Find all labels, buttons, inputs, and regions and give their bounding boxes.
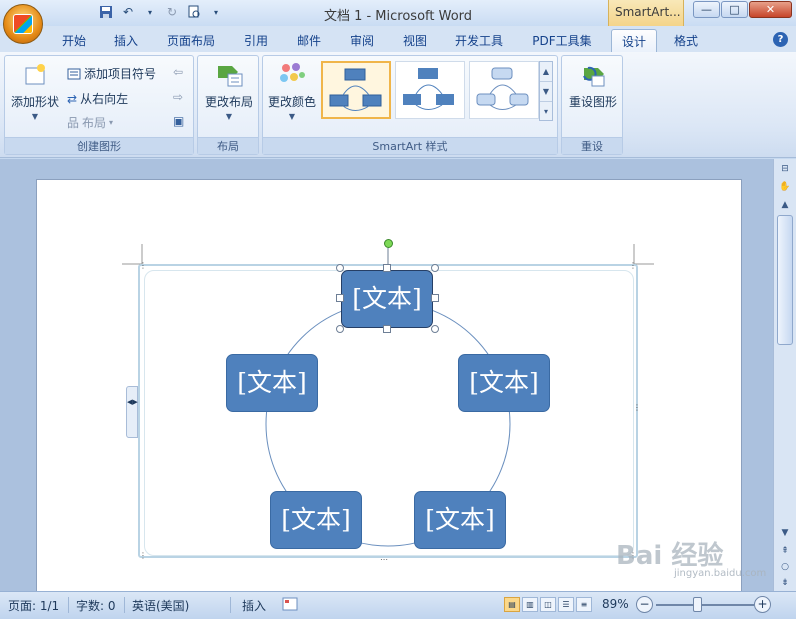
resize-handle[interactable] xyxy=(431,264,439,272)
smartart-node[interactable]: [文本] xyxy=(226,354,318,412)
draft-view-icon[interactable]: ≡ xyxy=(576,597,592,612)
frame-handle[interactable]: ⋮ xyxy=(633,404,642,412)
resize-handle[interactable] xyxy=(336,325,344,333)
smartart-node[interactable]: [文本] xyxy=(458,354,550,412)
outline-view-icon[interactable]: ☰ xyxy=(558,597,574,612)
watermark-logo: Bai 经验 jingyan.baidu.com xyxy=(616,535,766,579)
zoom-level[interactable]: 89% xyxy=(602,597,629,611)
zoom-out-button[interactable]: − xyxy=(636,596,653,613)
watermark-subtext: jingyan.baidu.com xyxy=(674,568,767,579)
resize-handle[interactable] xyxy=(383,325,391,333)
web-layout-icon[interactable]: ◫ xyxy=(540,597,556,612)
page-count[interactable]: 页面: 1/1 xyxy=(8,597,59,614)
insert-mode[interactable]: 插入 xyxy=(242,597,266,614)
resize-handle[interactable] xyxy=(431,325,439,333)
resize-handle[interactable] xyxy=(336,264,344,272)
rotation-handle[interactable] xyxy=(384,239,393,248)
full-reading-icon[interactable]: ▥ xyxy=(522,597,538,612)
zoom-in-button[interactable]: + xyxy=(754,596,771,613)
language-indicator[interactable]: 英语(美国) xyxy=(132,597,189,614)
text-pane-toggle[interactable]: ◀▶ xyxy=(126,386,138,438)
smartart-node[interactable]: [文本] xyxy=(414,491,506,549)
resize-handle[interactable] xyxy=(431,294,439,302)
watermark-text: Bai 经验 xyxy=(616,541,724,571)
print-layout-icon[interactable]: ▤ xyxy=(504,597,520,612)
frame-handle[interactable]: ⋮ xyxy=(139,262,148,270)
macro-record-icon[interactable] xyxy=(282,596,298,615)
zoom-slider-thumb[interactable] xyxy=(693,597,702,612)
office-button[interactable] xyxy=(3,4,43,44)
frame-handle[interactable]: ⋮ xyxy=(629,262,638,270)
office-logo-icon xyxy=(13,14,33,34)
resize-handle[interactable] xyxy=(336,294,344,302)
word-count[interactable]: 字数: 0 xyxy=(76,597,116,614)
zoom-slider-track[interactable] xyxy=(656,604,754,606)
status-bar: 页面: 1/1 字数: 0 英语(美国) 插入 ▤ ▥ ◫ ☰ ≡ 89% − … xyxy=(0,591,796,619)
smartart-node[interactable]: [文本] xyxy=(341,270,433,328)
smartart-node[interactable]: [文本] xyxy=(270,491,362,549)
frame-handle[interactable]: ⋯ xyxy=(380,556,389,564)
resize-handle[interactable] xyxy=(383,264,391,272)
frame-handle[interactable]: ⋮ xyxy=(139,552,148,560)
